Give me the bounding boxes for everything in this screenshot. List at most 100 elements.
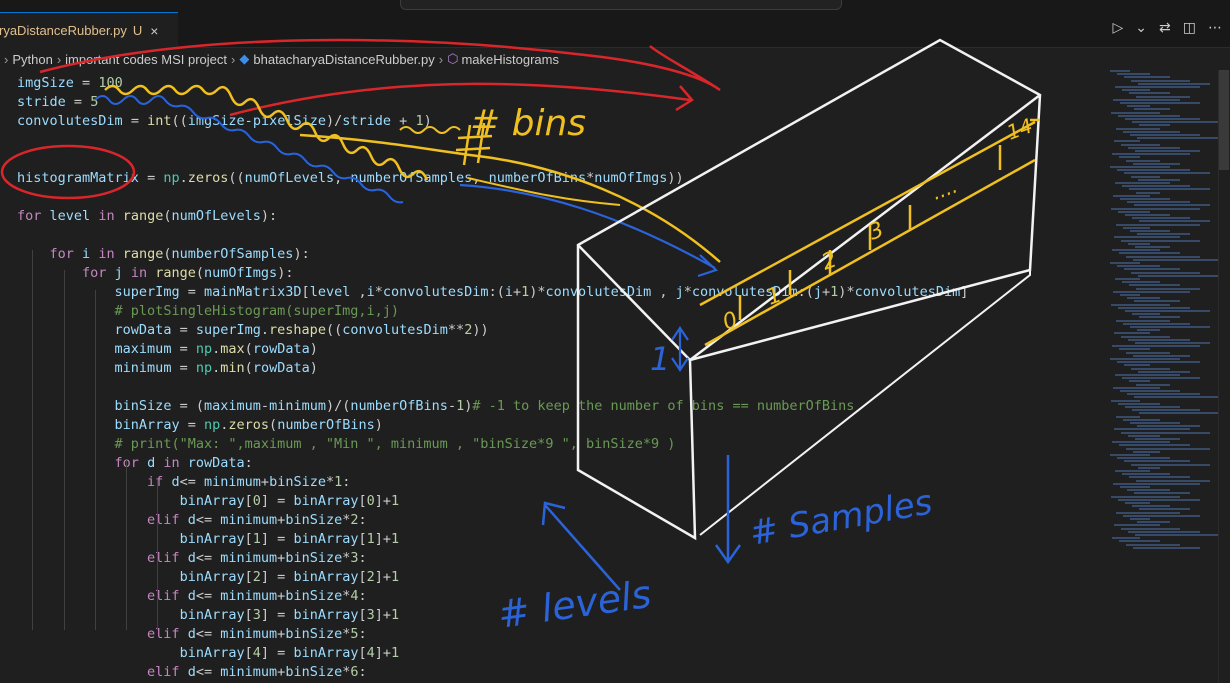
code-line[interactable]: imgSize = 100 bbox=[17, 74, 123, 93]
minimap-line bbox=[1126, 159, 1160, 162]
minimap-line bbox=[1129, 380, 1150, 383]
minimap-line bbox=[1125, 502, 1150, 504]
code-line[interactable]: for j in range(numOfImgs): bbox=[17, 264, 293, 283]
breadcrumb-item-folder[interactable]: important codes MSI project bbox=[65, 52, 227, 67]
minimap-line bbox=[1116, 223, 1200, 226]
minimap-line bbox=[1133, 258, 1220, 261]
minimap-line bbox=[1128, 146, 1180, 149]
code-line[interactable]: if d<= minimum+binSize*1: bbox=[17, 473, 350, 492]
minimap-line bbox=[1127, 393, 1200, 396]
minimap[interactable] bbox=[1100, 70, 1220, 683]
code-line[interactable]: elif d<= minimum+binSize*4: bbox=[17, 587, 367, 606]
code-line[interactable]: binArray = np.zeros(numberOfBins) bbox=[17, 416, 383, 435]
minimap-line bbox=[1138, 370, 1190, 373]
minimap-line bbox=[1127, 201, 1190, 204]
minimap-line bbox=[1115, 470, 1150, 472]
python-file-icon: ◆ bbox=[239, 51, 250, 66]
command-center[interactable] bbox=[400, 0, 842, 10]
minimap-line bbox=[1135, 150, 1200, 152]
minimap-line bbox=[1119, 156, 1140, 159]
minimap-line bbox=[1118, 114, 1180, 117]
code-line[interactable]: # print("Max: ",maximum , "Min ", minimu… bbox=[17, 435, 676, 454]
indent-guide bbox=[126, 460, 127, 630]
minimap-line bbox=[1120, 486, 1150, 488]
code-line[interactable]: for level in range(numOfLevels): bbox=[17, 207, 277, 226]
minimap-line bbox=[1132, 409, 1200, 412]
scrollbar-thumb[interactable] bbox=[1219, 70, 1229, 170]
code-line[interactable]: rowData = superImg.reshape((convolutesDi… bbox=[17, 321, 489, 340]
code-line[interactable]: convolutesDim = int((imgSize-pixelSize)/… bbox=[17, 112, 432, 131]
code-line[interactable]: binArray[0] = binArray[0]+1 bbox=[17, 492, 400, 511]
chevron-down-icon[interactable]: ⌄ bbox=[1135, 20, 1147, 36]
minimap-line bbox=[1122, 473, 1170, 476]
more-actions-icon[interactable]: ⋯ bbox=[1208, 20, 1222, 36]
code-line[interactable]: for i in range(numberOfSamples): bbox=[17, 245, 310, 264]
minimap-line bbox=[1134, 204, 1210, 207]
code-line[interactable]: binArray[3] = binArray[3]+1 bbox=[17, 606, 400, 625]
minimap-line bbox=[1126, 255, 1200, 258]
minimap-line bbox=[1129, 284, 1180, 287]
minimap-line bbox=[1135, 342, 1210, 344]
code-line[interactable]: # plotSingleHistogram(superImg,i,j) bbox=[17, 302, 399, 321]
code-line[interactable]: for d in rowData: bbox=[17, 454, 253, 473]
code-line[interactable]: binArray[2] = binArray[2]+1 bbox=[17, 568, 400, 587]
minimap-line bbox=[1114, 236, 1180, 239]
minimap-line bbox=[1133, 162, 1180, 165]
code-editor[interactable]: imgSize = 100 stride = 5 convolutesDim = i… bbox=[0, 70, 1098, 683]
minimap-line bbox=[1127, 105, 1150, 108]
minimap-line bbox=[1139, 412, 1220, 415]
minimap-line bbox=[1114, 524, 1160, 527]
close-icon[interactable]: × bbox=[150, 23, 158, 39]
code-line[interactable]: histogramMatrix = np.zeros((numOfLevels,… bbox=[17, 169, 684, 188]
minimap-line bbox=[1111, 399, 1140, 402]
minimap-line bbox=[1111, 111, 1160, 114]
code-line[interactable]: elif d<= minimum+binSize*5: bbox=[17, 625, 367, 644]
minimap-line bbox=[1138, 178, 1180, 181]
minimap-line bbox=[1123, 226, 1150, 229]
minimap-line bbox=[1121, 527, 1180, 530]
minimap-line bbox=[1137, 521, 1170, 524]
minimap-line bbox=[1112, 249, 1160, 252]
minimap-line bbox=[1121, 143, 1160, 146]
minimap-line bbox=[1136, 191, 1160, 194]
compare-icon[interactable]: ⇄ bbox=[1159, 20, 1171, 36]
breadcrumb-item-file[interactable]: bhatacharyaDistanceRubber.py bbox=[253, 52, 434, 67]
minimap-line bbox=[1131, 271, 1200, 274]
code-line[interactable]: maximum = np.max(rowData) bbox=[17, 340, 318, 359]
minimap-line bbox=[1139, 316, 1180, 319]
code-line[interactable]: elif d<= minimum+binSize*2: bbox=[17, 511, 367, 530]
minimap-line bbox=[1118, 306, 1190, 309]
minimap-line bbox=[1122, 89, 1150, 92]
minimap-line bbox=[1124, 364, 1150, 367]
minimap-line bbox=[1125, 406, 1180, 408]
minimap-line bbox=[1121, 335, 1170, 338]
tab-filename: ryaDistanceRubber.py bbox=[0, 23, 127, 38]
code-line[interactable]: minimum = np.min(rowData) bbox=[17, 359, 318, 378]
code-line[interactable]: binSize = (maximum-minimum)/(numberOfBin… bbox=[17, 397, 855, 416]
minimap-line bbox=[1135, 438, 1180, 440]
code-line[interactable]: superImg = mainMatrix3D[level ,i*convolu… bbox=[17, 283, 969, 302]
split-editor-icon[interactable]: ◫ bbox=[1183, 20, 1196, 36]
breadcrumb-item-python[interactable]: Python bbox=[12, 52, 52, 67]
minimap-line bbox=[1113, 482, 1200, 485]
minimap-line bbox=[1131, 175, 1160, 178]
minimap-line bbox=[1136, 95, 1190, 98]
chevron-right-icon: › bbox=[4, 51, 9, 67]
code-line[interactable]: binArray[1] = binArray[1]+1 bbox=[17, 530, 400, 549]
minimap-line bbox=[1114, 140, 1140, 143]
breadcrumb-item-function[interactable]: makeHistograms bbox=[461, 52, 559, 67]
minimap-line bbox=[1134, 396, 1220, 399]
editor-tab[interactable]: ryaDistanceRubber.py U × bbox=[0, 12, 178, 48]
run-icon[interactable]: ▷ bbox=[1113, 20, 1124, 36]
minimap-line bbox=[1110, 166, 1170, 168]
minimap-line bbox=[1139, 124, 1170, 127]
code-line[interactable]: elif d<= minimum+binSize*3: bbox=[17, 549, 367, 568]
code-line[interactable]: stride = 5 bbox=[17, 93, 98, 112]
code-line[interactable]: binArray[4] = binArray[4]+1 bbox=[17, 644, 400, 663]
minimap-line bbox=[1116, 319, 1170, 322]
minimap-line bbox=[1115, 374, 1180, 376]
minimap-line bbox=[1138, 466, 1160, 469]
function-icon: ⬡ bbox=[447, 51, 459, 66]
code-line[interactable]: elif d<= minimum+binSize*6: bbox=[17, 663, 367, 682]
minimap-line bbox=[1125, 214, 1170, 216]
